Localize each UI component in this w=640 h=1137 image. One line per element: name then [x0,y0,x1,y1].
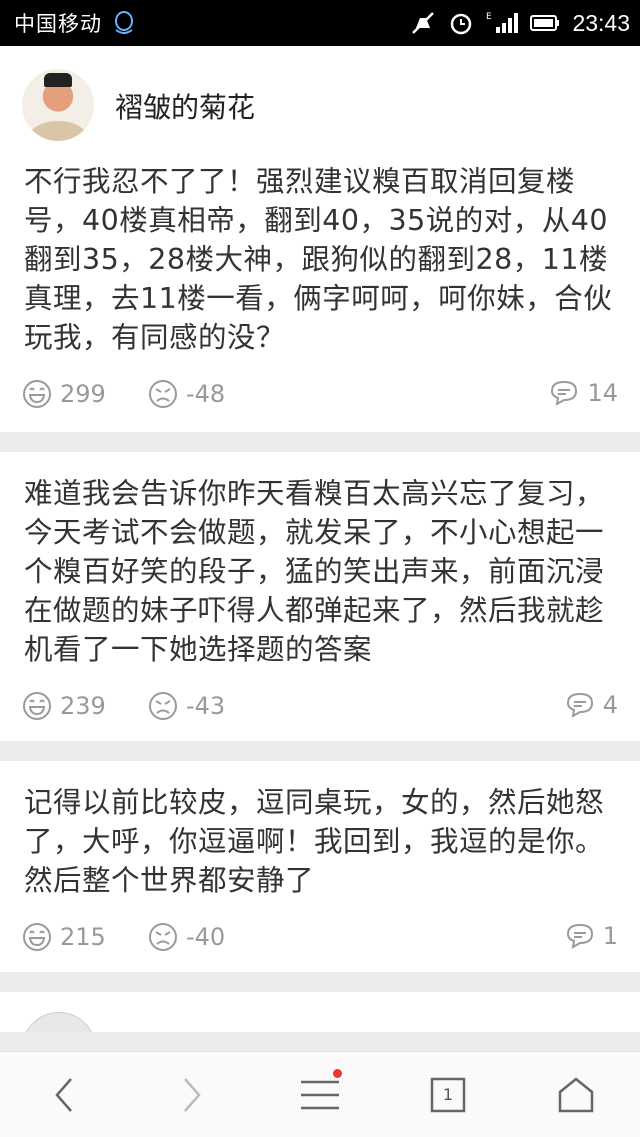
username[interactable]: 褶皱的菊花 [115,86,255,126]
like-button[interactable]: 299 [22,379,106,409]
comment-bubble-icon [566,692,593,718]
battery-icon [530,14,560,32]
browser-bottom-bar: 1 [0,1051,640,1137]
alarm-icon [448,10,474,36]
comment-count: 4 [602,691,618,719]
angry-face-icon [149,380,177,408]
separator [0,741,640,761]
separator [0,972,640,992]
post-actions: 215 -40 1 [0,900,640,972]
notification-dot [333,1068,342,1078]
back-icon [55,1077,72,1112]
post-header: 褶皱的菊花 [0,46,640,162]
like-button[interactable]: 239 [22,691,106,721]
like-count: 215 [60,923,106,951]
comment-bubble-icon [551,380,578,406]
forward-button[interactable] [160,1063,224,1127]
status-bar: 中国移动 E 23:43 [0,0,640,46]
signal-icon: E [486,10,519,36]
post-card[interactable]: 难道我会告诉你昨天看糗百太高兴忘了复习，今天考试不会做题，就发呆了，不小心想起一… [0,452,640,741]
comment-count: 14 [587,379,618,407]
like-count: 239 [60,692,106,720]
laugh-icon [23,692,51,720]
home-button[interactable] [544,1063,608,1127]
back-button[interactable] [32,1063,96,1127]
post-feed: 褶皱的菊花 不行我忍不了了！强烈建议糗百取消回复楼号，40楼真相帝，翻到40，3… [0,46,640,1032]
post-card[interactable]: 记得以前比较皮，逗同桌玩，女的，然后她怒了，大呼，你逗逼啊！我回到，我逗的是你。… [0,761,640,972]
post-text: 记得以前比较皮，逗同桌玩，女的，然后她怒了，大呼，你逗逼啊！我回到，我逗的是你。… [24,786,605,897]
qq-icon [112,10,136,36]
home-icon [558,1076,594,1112]
comment-button[interactable]: 1 [565,922,618,950]
separator [0,432,640,452]
dislike-count: -40 [186,923,226,951]
dislike-count: -48 [186,380,226,408]
menu-button[interactable] [288,1063,352,1127]
post-card[interactable]: 褶皱的菊花 不行我忍不了了！强烈建议糗百取消回复楼号，40楼真相帝，翻到40，3… [0,46,640,432]
comment-button[interactable]: 14 [549,379,618,407]
mute-icon [410,10,436,36]
dislike-button[interactable]: -43 [148,691,225,721]
post-text: 不行我忍不了了！强烈建议糗百取消回复楼号，40楼真相帝，翻到40，35说的对，从… [24,165,613,354]
dislike-button[interactable]: -48 [148,379,225,409]
avatar[interactable] [22,69,94,141]
svg-text:E: E [486,12,492,22]
angry-face-icon [149,692,177,720]
like-button[interactable]: 215 [22,922,106,952]
post-actions: 299 -48 14 [0,357,640,432]
laugh-icon [23,380,51,408]
tab-count: 1 [442,1085,454,1104]
post-card[interactable] [0,992,640,1032]
post-text: 难道我会告诉你昨天看糗百太高兴忘了复习，今天考试不会做题，就发呆了，不小心想起一… [24,477,605,666]
comment-count: 1 [602,922,618,950]
laugh-icon [23,923,51,951]
like-count: 299 [60,380,106,408]
post-actions: 239 -43 4 [0,669,640,741]
menu-icon [301,1080,339,1109]
comment-button[interactable]: 4 [565,691,618,719]
tabs-button[interactable]: 1 [416,1063,480,1127]
angry-face-icon [149,923,177,951]
dislike-button[interactable]: -40 [148,922,225,952]
dislike-count: -43 [186,692,226,720]
clock-time: 23:43 [572,9,630,36]
avatar[interactable] [22,1012,96,1032]
carrier-name: 中国移动 [14,13,102,36]
forward-icon [184,1077,201,1112]
comment-bubble-icon [566,923,593,949]
